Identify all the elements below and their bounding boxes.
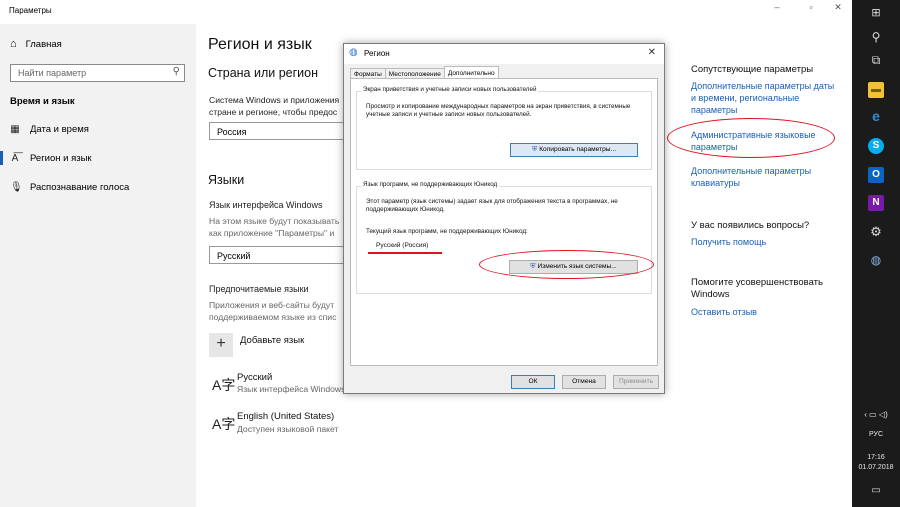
current-language-value: Русский (Россия) [376, 242, 429, 249]
group-title: Язык программ, не поддерживающих Юникод [361, 181, 500, 188]
group-text: Этот параметр (язык системы) задает язык… [366, 198, 618, 213]
annotation-ellipse [479, 250, 654, 279]
maximize-button[interactable]: ▫ [799, 2, 823, 12]
annotation-underline [368, 252, 442, 254]
globe-icon: ◍ [349, 47, 358, 58]
search-input[interactable]: Найти параметр ⚲ [10, 64, 185, 82]
keyboard-settings-link[interactable]: Дополнительные параметры клавиатуры [691, 165, 831, 189]
copy-settings-label: Копировать параметры... [539, 146, 617, 153]
non-unicode-group: Язык программ, не поддерживающих Юникод … [356, 181, 652, 294]
search-icon[interactable]: ⚲ [173, 66, 180, 77]
region-app-icon[interactable]: ◍ [865, 251, 887, 269]
questions-heading: У вас появились вопросы? [691, 220, 810, 231]
skype-icon[interactable]: S [868, 138, 884, 154]
clock-date[interactable]: 01.07.2018 [852, 463, 900, 472]
tab-panel: Экран приветствия и учетные записи новых… [350, 78, 658, 366]
plus-icon: + [216, 335, 226, 352]
dialog-close-icon[interactable]: ✕ [648, 47, 656, 58]
sidebar-item-label: Распознавание голоса [30, 182, 130, 193]
ui-language-select[interactable]: Русский [209, 246, 344, 264]
ui-language-label: Язык интерфейса Windows [209, 200, 323, 210]
calendar-icon: ▦ [10, 124, 20, 135]
tab-formats[interactable]: Форматы [350, 68, 386, 78]
nav-home-label: Главная [25, 38, 62, 50]
copy-settings-button[interactable]: ⛨ Копировать параметры... [510, 143, 638, 157]
windows-start-icon[interactable]: ⊞ [865, 4, 887, 22]
sidebar-item-region-language[interactable]: A͞ Регион и язык [0, 151, 92, 165]
action-center-icon[interactable]: ▭ [865, 482, 887, 500]
language-status: Доступен языковой пакет [237, 424, 339, 434]
tab-advanced[interactable]: Дополнительно [443, 66, 499, 78]
window-title: Параметры [9, 6, 52, 15]
input-language-indicator[interactable]: РУС [852, 430, 900, 439]
file-explorer-icon[interactable]: ▬ [868, 82, 884, 98]
country-description: Система Windows и приложения стране и ре… [209, 95, 340, 117]
add-language-label[interactable]: Добавьте язык [240, 335, 304, 346]
annotation-ellipse [667, 118, 835, 158]
tab-location[interactable]: Местоположение [384, 68, 445, 78]
dialog-titlebar: ◍ Регион ✕ [344, 44, 664, 64]
selection-indicator [0, 151, 3, 165]
edge-icon[interactable]: e [868, 108, 884, 124]
country-select[interactable]: Россия [209, 122, 344, 140]
nav-home[interactable]: ⌂ Главная [10, 38, 62, 50]
task-view-icon[interactable]: ⧉ [865, 51, 887, 69]
preferred-languages-description: Приложения и веб-сайты будут поддерживае… [209, 300, 337, 322]
current-language-label: Текущий язык программ, не поддерживающих… [366, 228, 528, 235]
shield-icon: ⛨ [531, 146, 538, 153]
language-name[interactable]: Русский [237, 372, 272, 383]
search-icon[interactable]: ⚲ [865, 28, 887, 46]
clock-time[interactable]: 17:16 [852, 453, 900, 462]
group-text: Просмотр и копирование международных пар… [366, 103, 631, 118]
related-settings-heading: Сопутствующие параметры [691, 64, 814, 75]
additional-date-time-link[interactable]: Дополнительные параметры даты и времени,… [691, 80, 841, 116]
sidebar: ⌂ Главная Найти параметр ⚲ Время и язык … [0, 24, 196, 507]
improve-heading: Помогите усовершенствовать Windows [691, 277, 823, 300]
minimize-button[interactable]: – [765, 2, 789, 12]
outlook-icon[interactable]: O [868, 167, 884, 183]
welcome-screen-group: Экран приветствия и учетные записи новых… [356, 86, 652, 170]
language-glyph-icon: A字 [212, 416, 236, 432]
page-title: Регион и язык [208, 36, 312, 53]
dialog-title: Регион [364, 49, 390, 58]
feedback-link[interactable]: Оставить отзыв [691, 306, 841, 318]
taskbar: ⊞ ⚲ ⧉ ▬ e S O N ⚙ ◍ ‹ ▭ ◁) РУС 17:16 01.… [852, 0, 900, 507]
language-icon: A͞ [11, 153, 19, 164]
sidebar-item-label: Дата и время [30, 124, 89, 135]
add-language-button[interactable]: + [209, 333, 233, 357]
country-heading: Страна или регион [208, 66, 319, 80]
cancel-button[interactable]: Отмена [562, 375, 606, 389]
home-icon: ⌂ [10, 38, 17, 50]
close-button[interactable]: ✕ [826, 2, 850, 13]
region-dialog: ◍ Регион ✕ Форматы Местоположение Дополн… [343, 43, 665, 394]
microphone-icon: 🎙 [10, 182, 23, 193]
onenote-icon[interactable]: N [868, 195, 884, 211]
ok-button[interactable]: ОК [511, 375, 555, 389]
language-status: Язык интерфейса Windows [237, 384, 346, 394]
apply-button[interactable]: Применить [613, 375, 659, 389]
languages-heading: Языки [208, 173, 245, 187]
get-help-link[interactable]: Получить помощь [691, 236, 841, 248]
language-name[interactable]: English (United States) [237, 411, 334, 422]
preferred-languages-label: Предпочитаемые языки [209, 284, 309, 294]
language-glyph-icon: A字 [212, 377, 236, 393]
search-placeholder: Найти параметр [18, 68, 87, 78]
ui-language-description: На этом языке будут показывать как прило… [209, 216, 340, 238]
group-title: Экран приветствия и учетные записи новых… [361, 86, 539, 93]
nav-section-title: Время и язык [10, 96, 75, 107]
settings-gear-icon[interactable]: ⚙ [865, 223, 887, 241]
sidebar-item-date-time[interactable]: ▦ Дата и время [10, 124, 89, 135]
tray-icons[interactable]: ‹ ▭ ◁) [852, 410, 900, 419]
sidebar-item-label: Регион и язык [30, 153, 92, 164]
sidebar-item-speech[interactable]: 🎙 Распознавание голоса [10, 182, 129, 193]
